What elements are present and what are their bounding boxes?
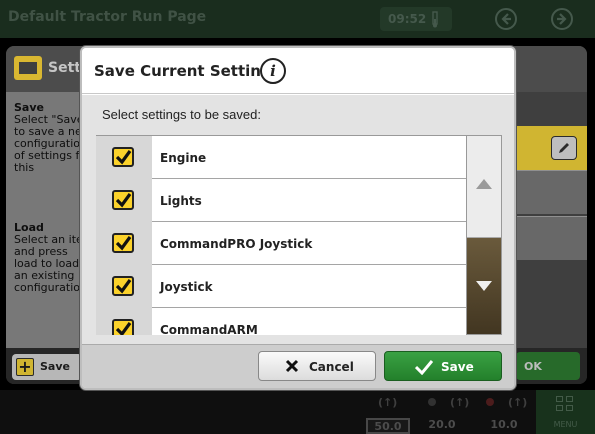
close-icon	[285, 359, 299, 373]
checkmark-icon	[415, 360, 433, 375]
checkbox[interactable]	[112, 276, 134, 296]
save-button[interactable]: Save	[384, 351, 502, 381]
settings-checklist: Engine Lights CommandPRO Joystick Joysti…	[96, 135, 466, 335]
checkbox[interactable]	[112, 233, 134, 253]
checkmark-icon	[115, 236, 132, 251]
checkmark-icon	[115, 150, 132, 165]
checkbox[interactable]	[112, 190, 134, 210]
list-item-engine[interactable]: Engine	[96, 136, 466, 179]
dialog-title: Save Current Settings	[94, 62, 281, 80]
save-settings-dialog: Save Current Settings i Select settings …	[80, 46, 516, 390]
triangle-down-icon	[476, 281, 492, 291]
scroll-down-button[interactable]	[467, 238, 501, 334]
list-item-lights[interactable]: Lights	[96, 179, 466, 222]
list-item-label: Joystick	[160, 280, 213, 294]
list-item-joystick[interactable]: Joystick	[96, 265, 466, 308]
list-item-commandpro-joystick[interactable]: CommandPRO Joystick	[96, 222, 466, 265]
list-item-label: CommandPRO Joystick	[160, 237, 313, 251]
checkbox[interactable]	[112, 147, 134, 167]
dialog-body: Select settings to be saved: Engine Ligh…	[82, 95, 514, 344]
list-item-commandarm[interactable]: CommandARM	[96, 308, 466, 335]
checkmark-icon	[115, 279, 132, 294]
list-item-label: Engine	[160, 151, 207, 165]
list-scrollbar[interactable]	[466, 135, 502, 335]
checkmark-icon	[115, 193, 132, 208]
cancel-label: Cancel	[309, 360, 354, 374]
list-item-label: CommandARM	[160, 323, 258, 335]
save-label: Save	[441, 360, 474, 374]
dialog-header: Save Current Settings i	[82, 48, 514, 94]
checkbox[interactable]	[112, 319, 134, 335]
checkmark-icon	[115, 322, 132, 335]
dialog-subtitle: Select settings to be saved:	[102, 107, 261, 122]
triangle-up-icon	[476, 179, 492, 189]
cancel-button[interactable]: Cancel	[258, 351, 376, 381]
scroll-up-button[interactable]	[467, 136, 501, 238]
list-item-label: Lights	[160, 194, 202, 208]
dialog-footer: Cancel Save	[82, 344, 514, 388]
info-icon[interactable]: i	[260, 58, 286, 84]
